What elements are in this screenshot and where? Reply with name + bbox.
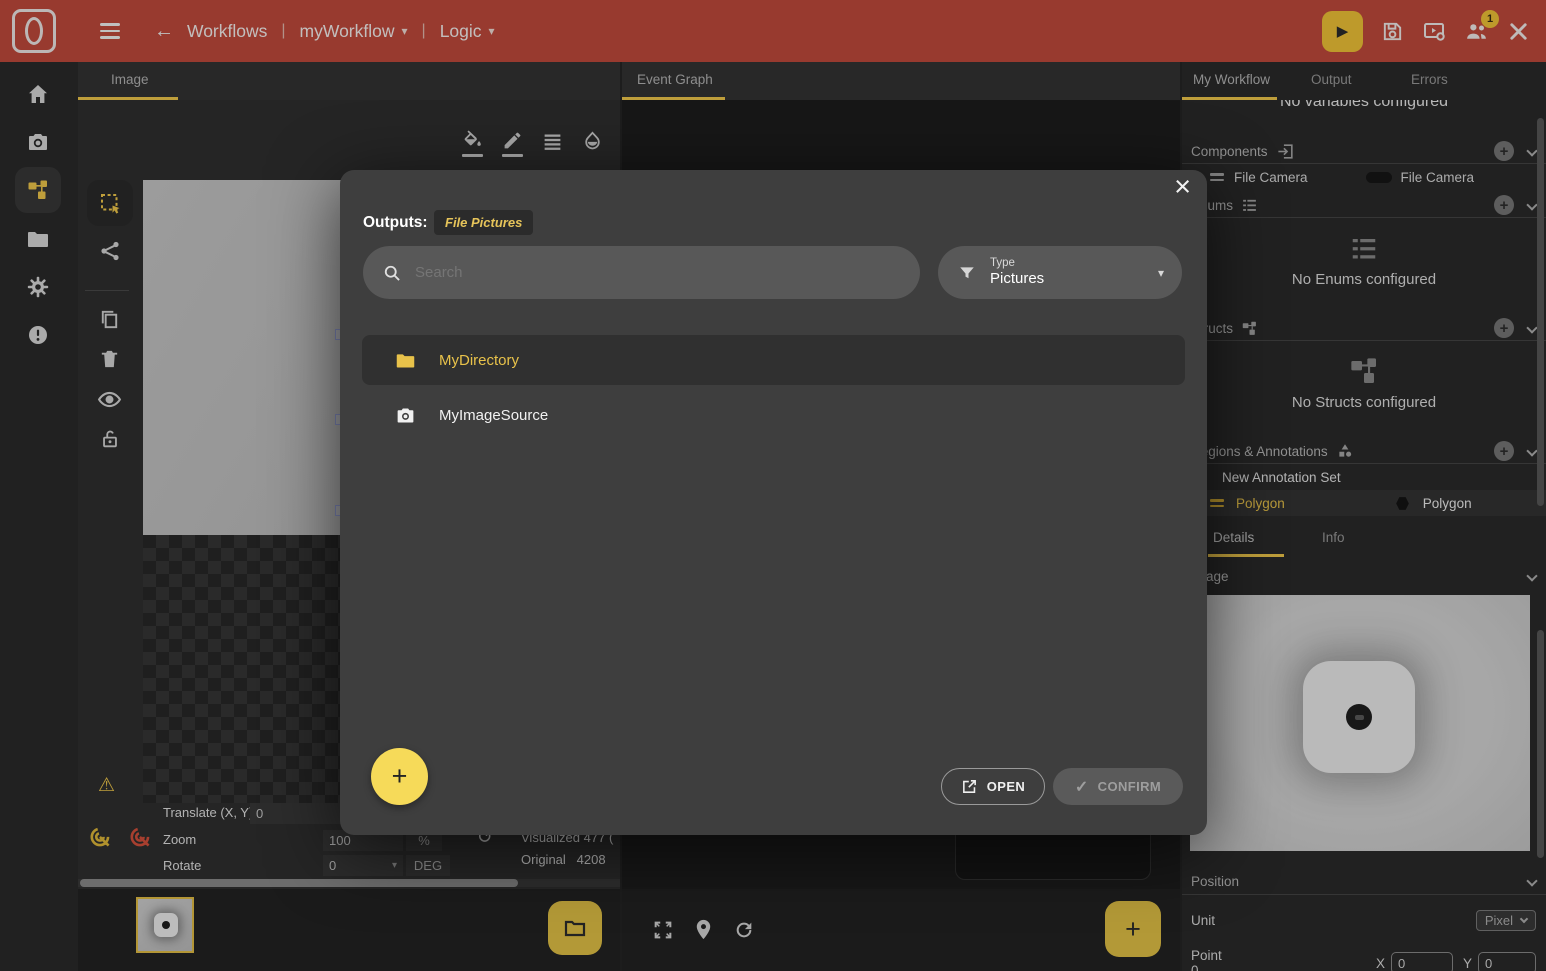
close-icon[interactable]: × [1174, 172, 1191, 204]
open-in-new-icon [961, 778, 978, 795]
filter-funnel-icon [958, 264, 976, 282]
output-picker-modal: × Outputs: File Pictures Type Pictures ▾… [340, 170, 1207, 835]
outputs-label: Outputs: [363, 214, 428, 232]
list-item-label: MyDirectory [439, 352, 519, 369]
app-screen: ← Workflows | myWorkflow ▾ | Logic ▾ ▶ 1 [0, 0, 1546, 971]
outputs-filter-chip[interactable]: File Pictures [434, 210, 533, 235]
list-item-label: MyImageSource [439, 407, 548, 424]
add-output-fab[interactable]: + [371, 748, 428, 805]
list-item-directory[interactable]: MyDirectory [362, 335, 1185, 385]
type-filter-label: Type [990, 256, 1044, 270]
camera-icon [395, 405, 416, 426]
search-icon [382, 263, 402, 283]
confirm-button[interactable]: ✓ CONFIRM [1053, 768, 1183, 805]
open-button[interactable]: OPEN [941, 768, 1045, 805]
plus-icon: + [392, 761, 408, 792]
search-bar[interactable] [363, 246, 920, 299]
check-icon: ✓ [1075, 777, 1089, 797]
chevron-down-icon: ▾ [1158, 266, 1164, 280]
type-filter-select[interactable]: Type Pictures ▾ [938, 246, 1182, 299]
folder-icon [395, 350, 416, 371]
type-filter-value: Pictures [990, 270, 1044, 289]
list-item-image-source[interactable]: MyImageSource [362, 390, 1185, 440]
search-input[interactable] [413, 263, 863, 282]
